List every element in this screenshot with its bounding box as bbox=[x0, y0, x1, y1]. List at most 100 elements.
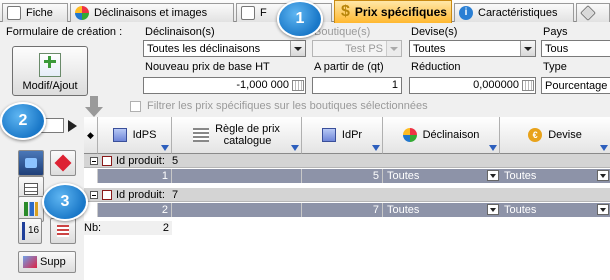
tab-declinaisons[interactable]: Déclinaisons et images bbox=[70, 3, 234, 22]
declinaison-label: Déclinaison(s) bbox=[145, 26, 215, 38]
group-checkbox[interactable] bbox=[102, 156, 112, 166]
chart-icon bbox=[24, 202, 38, 216]
group-value: 5 bbox=[172, 155, 179, 167]
specific-prices-grid: ◆ IdPS Règle de prix catalogue IdPr Décl… bbox=[84, 117, 610, 280]
column-header-idpr[interactable]: IdPr bbox=[302, 117, 383, 154]
declinaison-select[interactable]: Toutes les déclinaisons bbox=[143, 40, 306, 57]
declinaison-value: Toutes bbox=[387, 170, 420, 182]
group-row[interactable]: Id produit: 5 bbox=[84, 154, 610, 168]
tab-prix-specifiques[interactable]: $ Prix spécifiques bbox=[334, 0, 452, 23]
group-row[interactable]: Id produit: 7 bbox=[84, 188, 610, 202]
delete-button[interactable]: Supp bbox=[18, 251, 76, 273]
filter-icon[interactable] bbox=[291, 145, 299, 151]
from-qty-label: A partir de (qt) bbox=[314, 61, 384, 73]
create-button-label: Modif/Ajout bbox=[22, 80, 78, 92]
play-arrow-icon[interactable] bbox=[68, 120, 77, 132]
delete-button-label: Supp bbox=[40, 256, 66, 268]
chevron-down-icon bbox=[487, 204, 499, 215]
column-header-rule[interactable]: Règle de prix catalogue bbox=[172, 117, 302, 154]
tab-fiche[interactable]: Fiche bbox=[2, 3, 68, 22]
group-checkbox[interactable] bbox=[102, 190, 112, 200]
boutique-label: Boutique(s) bbox=[314, 26, 371, 38]
counter-value: 16 bbox=[28, 225, 40, 236]
photo-view-button[interactable] bbox=[18, 150, 44, 176]
collapse-icon[interactable] bbox=[90, 191, 98, 199]
from-qty-input[interactable]: 1 bbox=[312, 77, 402, 94]
cell-declinaison[interactable]: Toutes bbox=[385, 203, 500, 217]
tag-icon bbox=[580, 5, 596, 21]
calculator-icon[interactable] bbox=[292, 80, 304, 91]
step-badge-1: 1 bbox=[277, 0, 323, 38]
column-label: IdPr bbox=[341, 129, 363, 141]
boutique-value: Test PS bbox=[345, 42, 383, 55]
pays-value: Tous bbox=[545, 42, 569, 55]
photos-icon bbox=[75, 6, 89, 20]
selector-icon: ◆ bbox=[87, 129, 94, 140]
create-button[interactable]: Modif/Ajout bbox=[12, 46, 88, 96]
cell-declinaison[interactable]: Toutes bbox=[385, 169, 500, 183]
devise-select[interactable]: Toutes bbox=[409, 40, 536, 57]
filter-icon[interactable] bbox=[161, 145, 169, 151]
arrow-down-head bbox=[85, 107, 103, 117]
filter-icon[interactable] bbox=[600, 145, 608, 151]
shapes-button[interactable] bbox=[50, 150, 76, 176]
filter-checkbox[interactable] bbox=[130, 101, 141, 112]
cell-rule bbox=[172, 203, 302, 217]
devise-value: Toutes bbox=[504, 170, 537, 182]
chevron-down-icon bbox=[290, 41, 305, 56]
type-select[interactable]: Pourcentage bbox=[541, 77, 610, 94]
chevron-down-icon bbox=[386, 41, 401, 56]
tab-more[interactable] bbox=[576, 3, 610, 22]
type-label: Type bbox=[543, 61, 567, 73]
boutique-select[interactable]: Test PS bbox=[312, 40, 402, 57]
filter-icon[interactable] bbox=[489, 145, 497, 151]
table-row[interactable]: 1 5 Toutes Toutes bbox=[84, 169, 610, 183]
chevron-down-icon bbox=[487, 170, 499, 181]
cursor-icon bbox=[22, 222, 25, 240]
column-header-declinaison[interactable]: Déclinaison bbox=[383, 117, 500, 154]
count-label: Nb: bbox=[84, 222, 102, 234]
photo-icon bbox=[25, 158, 37, 168]
tab-label: Fiche bbox=[26, 7, 53, 19]
filter-icon[interactable] bbox=[372, 145, 380, 151]
form-title: Formulaire de création : bbox=[6, 26, 123, 38]
declinaison-value: Toutes bbox=[387, 204, 420, 216]
column-header-idps[interactable]: IdPS bbox=[98, 117, 172, 154]
calculator-icon[interactable] bbox=[522, 80, 534, 91]
list-button[interactable] bbox=[50, 218, 76, 244]
chevron-down-icon bbox=[597, 204, 609, 215]
cell-rule bbox=[172, 169, 302, 183]
row-indicator bbox=[84, 169, 98, 183]
add-document-icon bbox=[39, 53, 61, 77]
pays-select[interactable]: Tous bbox=[541, 40, 610, 57]
count-value: 2 bbox=[162, 222, 169, 234]
devise-label: Devise(s) bbox=[411, 26, 458, 38]
base-price-label: Nouveau prix de base HT bbox=[145, 61, 270, 73]
pays-label: Pays bbox=[543, 26, 568, 38]
features-icon bbox=[241, 6, 255, 20]
step-badge-2: 2 bbox=[0, 102, 46, 140]
filter-label: Filtrer les prix spécifiques sur les bou… bbox=[147, 100, 428, 112]
cell-idpr: 7 bbox=[302, 203, 383, 217]
counter-box[interactable]: 16 bbox=[18, 218, 42, 244]
column-label: Déclinaison bbox=[422, 129, 480, 141]
reduction-input[interactable]: 0,000000 bbox=[409, 77, 536, 94]
declinaison-value: Toutes les déclinaisons bbox=[147, 42, 261, 55]
group-value: 7 bbox=[172, 189, 179, 201]
column-header-devise[interactable]: € Devise bbox=[500, 117, 610, 154]
table-row[interactable]: 2 7 Toutes Toutes bbox=[84, 203, 610, 217]
from-qty-value: 1 bbox=[391, 79, 398, 91]
tab-label: Déclinaisons et images bbox=[94, 7, 208, 19]
step-badge-3: 3 bbox=[42, 183, 88, 221]
count-footer: Nb: 2 bbox=[84, 221, 172, 235]
chevron-down-icon bbox=[520, 41, 535, 56]
cell-devise[interactable]: Toutes bbox=[502, 169, 610, 183]
tab-caracteristiques[interactable]: i Caractéristiques bbox=[454, 3, 574, 22]
column-label: Règle de prix catalogue bbox=[215, 123, 280, 147]
base-price-input[interactable]: -1,000 000 bbox=[143, 77, 306, 94]
collapse-icon[interactable] bbox=[90, 157, 98, 165]
cell-idps: 1 bbox=[98, 169, 172, 183]
cell-devise[interactable]: Toutes bbox=[502, 203, 610, 217]
tab-label: Caractéristiques bbox=[478, 7, 558, 19]
shapes-icon bbox=[54, 154, 72, 172]
